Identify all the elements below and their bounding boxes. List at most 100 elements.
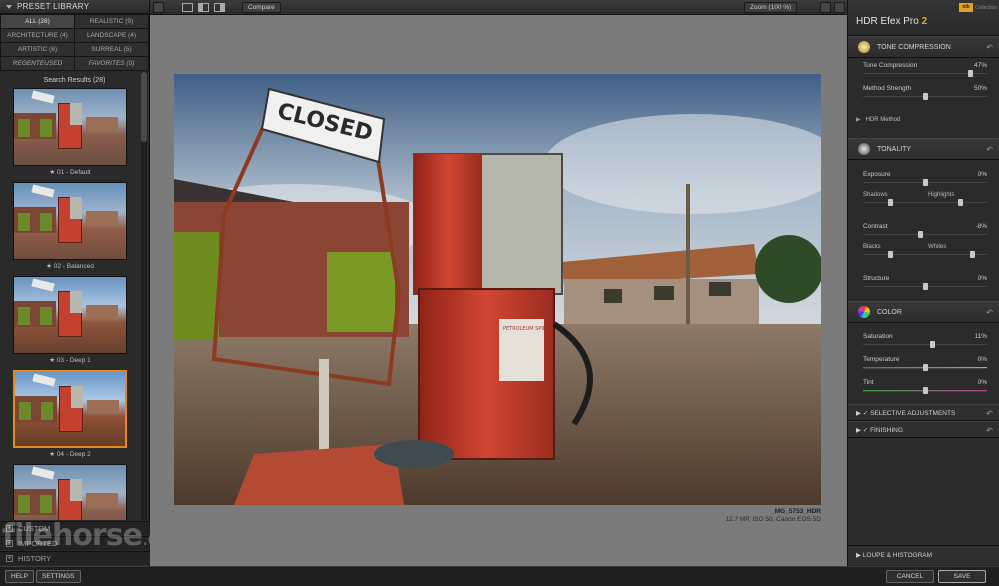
- tonality-section[interactable]: TONALITY ↶: [848, 138, 999, 160]
- slider-knob[interactable]: [923, 364, 928, 371]
- app-version: 2: [921, 16, 928, 27]
- filter-artistic[interactable]: ARTISTIC (6): [1, 43, 74, 56]
- filter-recently-used[interactable]: REGENTEUSED: [1, 57, 74, 70]
- preset-item[interactable]: ★ 03 - Deep 1: [0, 276, 140, 367]
- slider-knob[interactable]: [923, 387, 928, 394]
- reset-icon[interactable]: ↶: [986, 145, 993, 154]
- loupe-histogram-label: LOUPE & HISTOGRAM: [862, 552, 933, 559]
- whites-knob[interactable]: [970, 251, 976, 258]
- shadows-highlights-slider[interactable]: Shadows Highlights: [848, 190, 999, 212]
- slider-label: Temperature: [863, 356, 900, 363]
- preset-thumbnail[interactable]: [13, 464, 127, 520]
- photo-caption: _MG_5753_HDR 12.7 MP, ISO 50, Canon EOS …: [725, 508, 821, 524]
- collapse-triangle-icon: [6, 4, 12, 9]
- plus-icon: +: [6, 555, 13, 562]
- hdr-photo-preview[interactable]: CLOSED PETROLEUM SPIRIT: [174, 74, 821, 505]
- save-button[interactable]: SAVE: [938, 570, 986, 583]
- preset-scrollbar[interactable]: [141, 70, 147, 520]
- slider-value: 47%: [973, 62, 987, 69]
- filter-realistic[interactable]: REALISTIC (9): [75, 15, 148, 28]
- slider-knob[interactable]: [923, 93, 928, 100]
- pump-label-text: PETROLEUM SPIRIT: [503, 326, 552, 332]
- adjustments-panel: nik Collection HDR Efex Pro 2 TONE COMPR…: [847, 0, 999, 566]
- slider-label: Contrast: [863, 223, 888, 230]
- slider-value: 0%: [977, 356, 987, 363]
- shadows-label: Shadows: [863, 192, 888, 198]
- compare-button[interactable]: Compare: [242, 2, 281, 13]
- tint-slider[interactable]: Tint 0%: [848, 375, 999, 398]
- settings-button[interactable]: SETTINGS: [36, 570, 81, 583]
- side-by-side-view-icon[interactable]: [214, 3, 225, 12]
- hdr-method-expander[interactable]: ▶ HDR Method: [848, 110, 999, 130]
- contrast-slider[interactable]: Contrast -8%: [848, 219, 999, 242]
- slider-knob[interactable]: [930, 341, 936, 348]
- preset-thumbnail[interactable]: [13, 88, 127, 166]
- color-section[interactable]: COLOR ↶: [848, 301, 999, 323]
- slider-knob[interactable]: [923, 283, 928, 290]
- slider-value: 0%: [977, 275, 987, 282]
- slider-knob[interactable]: [967, 70, 973, 77]
- scrollbar-thumb[interactable]: [141, 72, 147, 142]
- filter-all[interactable]: ALL (28): [1, 15, 74, 28]
- split-view-icon[interactable]: [198, 3, 209, 12]
- filter-landscape[interactable]: LANDSCAPE (4): [75, 29, 148, 42]
- app-header: nik Collection HDR Efex Pro 2: [848, 0, 999, 36]
- help-button[interactable]: HELP: [5, 570, 34, 583]
- saturation-slider[interactable]: Saturation 11%: [848, 329, 999, 352]
- slider-label: Tone Compression: [863, 62, 918, 69]
- structure-slider[interactable]: Structure 0%: [848, 271, 999, 294]
- exposure-slider[interactable]: Exposure 0%: [848, 167, 999, 190]
- slider-value: 50%: [973, 85, 987, 92]
- cancel-button[interactable]: CANCEL: [886, 570, 934, 583]
- panel-toggle-button[interactable]: [153, 2, 164, 13]
- preset-item[interactable]: ★ 01 - Default: [0, 88, 140, 179]
- zoom-dropdown[interactable]: Zoom (100 %): [744, 2, 798, 13]
- photo-illustration: CLOSED PETROLEUM SPIRIT: [174, 74, 821, 505]
- temperature-slider[interactable]: Temperature 0%: [848, 352, 999, 375]
- filter-favorites[interactable]: FAVORITES (0): [75, 57, 148, 70]
- preset-item-selected[interactable]: ★ 04 - Deep 2: [0, 370, 140, 461]
- tonality-icon: [858, 143, 870, 155]
- preset-label: ★ 03 - Deep 1: [49, 357, 91, 364]
- preset-thumbnail[interactable]: [13, 276, 127, 354]
- finishing-section[interactable]: ▶ ✓ FINISHING ↶: [848, 421, 999, 438]
- slider-label: Method Strength: [863, 85, 912, 92]
- shadows-knob[interactable]: [888, 199, 894, 206]
- preset-label: ★ 02 - Balanced: [46, 263, 94, 270]
- preset-thumbnail-selected[interactable]: [13, 370, 127, 448]
- single-view-icon[interactable]: [182, 3, 193, 12]
- tone-compression-slider[interactable]: Tone Compression 47%: [848, 58, 999, 81]
- panel-toggle-right-button[interactable]: [834, 2, 845, 13]
- selective-adjustments-section[interactable]: ▶ ✓ SELECTIVE ADJUSTMENTS ↶: [848, 404, 999, 421]
- slider-value: -8%: [975, 223, 987, 230]
- highlights-label: Highlights: [928, 192, 955, 198]
- highlights-knob[interactable]: [957, 199, 963, 206]
- tone-compression-section[interactable]: TONE COMPRESSION ↶: [848, 36, 999, 58]
- filter-surreal[interactable]: SURREAL (5): [75, 43, 148, 56]
- method-strength-slider[interactable]: Method Strength 50%: [848, 81, 999, 104]
- blacks-knob[interactable]: [888, 251, 894, 258]
- preset-thumbnail[interactable]: [13, 182, 127, 260]
- collection-caption: Collection: [975, 5, 997, 11]
- reset-icon[interactable]: ↶: [986, 308, 993, 317]
- reset-icon[interactable]: ↶: [986, 43, 993, 52]
- blacks-whites-slider[interactable]: Blacks Whites: [848, 242, 999, 264]
- preset-item[interactable]: ★ 02 - Balanced: [0, 182, 140, 273]
- app-name: HDR Efex Pro: [856, 16, 919, 27]
- preset-library-header[interactable]: PRESET LIBRARY: [0, 0, 149, 14]
- preset-library-title: PRESET LIBRARY: [17, 2, 90, 11]
- hdr-method-label: HDR Method: [865, 117, 901, 123]
- slider-knob[interactable]: [918, 231, 924, 238]
- reset-icon[interactable]: ↶: [986, 422, 993, 439]
- reset-icon[interactable]: ↶: [986, 405, 993, 422]
- loupe-histogram-section[interactable]: ▶ LOUPE & HISTOGRAM: [848, 545, 999, 565]
- finishing-label: FINISHING: [870, 427, 903, 434]
- background-toggle-button[interactable]: [820, 2, 831, 13]
- preset-item[interactable]: [0, 464, 140, 520]
- section-history[interactable]: + HISTORY: [0, 551, 150, 565]
- filter-architecture[interactable]: ARCHITECTURE (4): [1, 29, 74, 42]
- preview-canvas[interactable]: CLOSED PETROLEUM SPIRIT _MG_5753_HDR 12.…: [150, 15, 847, 566]
- slider-value: 11%: [974, 333, 987, 340]
- expand-arrow-icon: ▶ ✓: [856, 427, 871, 434]
- slider-knob[interactable]: [923, 179, 928, 186]
